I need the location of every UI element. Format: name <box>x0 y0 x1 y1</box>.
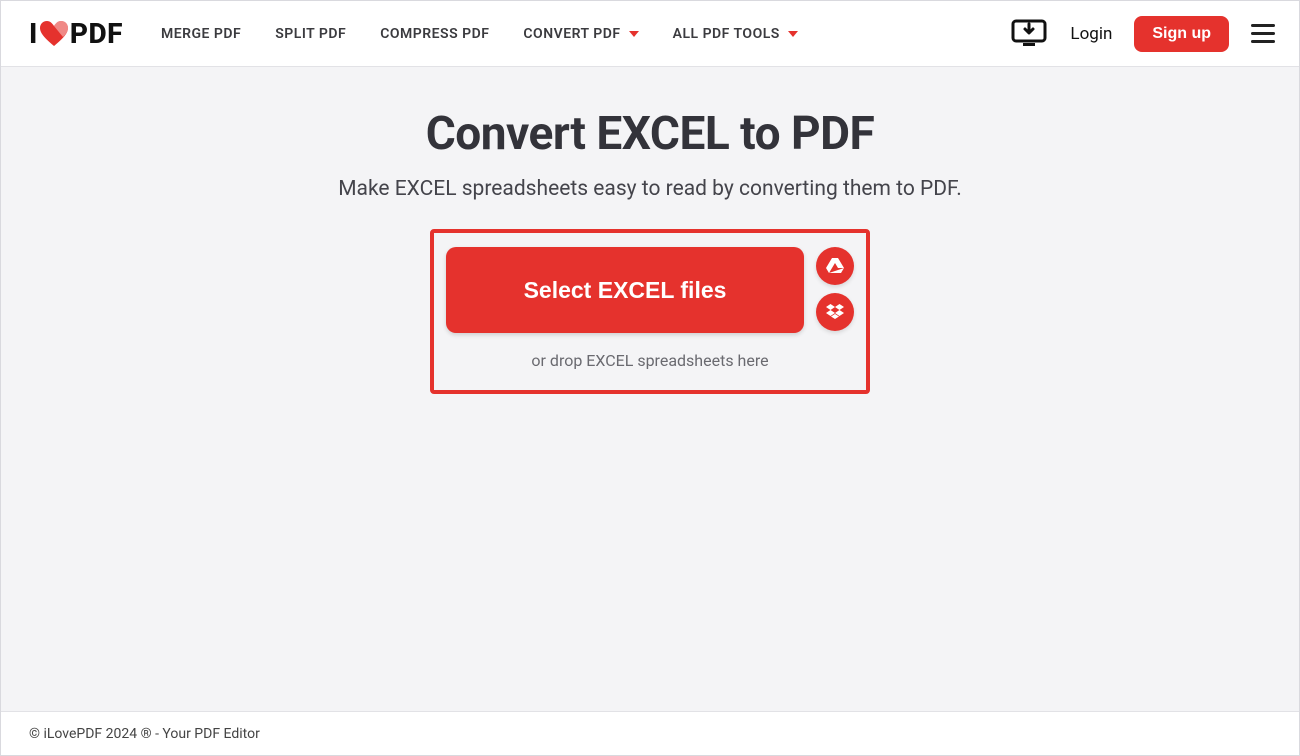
header-right: Login Sign up <box>1010 16 1275 52</box>
nav-all-tools[interactable]: ALL PDF TOOLS <box>673 26 798 42</box>
logo-prefix: I <box>29 17 38 50</box>
google-drive-icon <box>826 258 844 274</box>
upload-area[interactable]: Select EXCEL files or drop EXCEL spreads… <box>430 229 870 394</box>
dropbox-icon <box>826 304 844 320</box>
signup-button[interactable]: Sign up <box>1134 16 1229 52</box>
drop-hint: or drop EXCEL spreadsheets here <box>446 351 854 370</box>
footer: © iLovePDF 2024 ® - Your PDF Editor <box>1 711 1299 755</box>
page-subtitle: Make EXCEL spreadsheets easy to read by … <box>1 177 1299 201</box>
caret-down-icon <box>788 31 798 37</box>
nav-split[interactable]: SPLIT PDF <box>275 26 346 42</box>
hamburger-menu[interactable] <box>1251 20 1275 47</box>
dropbox-button[interactable] <box>816 293 854 331</box>
page-title: Convert EXCEL to PDF <box>1 107 1299 161</box>
download-app-button[interactable] <box>1010 18 1048 50</box>
header: I PDF MERGE PDF SPLIT PDF COMPRESS PDF C… <box>1 1 1299 67</box>
nav-convert[interactable]: CONVERT PDF <box>523 26 638 42</box>
footer-text: © iLovePDF 2024 ® - Your PDF Editor <box>29 726 260 742</box>
google-drive-button[interactable] <box>816 247 854 285</box>
select-files-button[interactable]: Select EXCEL files <box>446 247 804 333</box>
caret-down-icon <box>629 31 639 37</box>
logo[interactable]: I PDF <box>29 17 123 50</box>
nav: MERGE PDF SPLIT PDF COMPRESS PDF CONVERT… <box>161 26 798 42</box>
main: Convert EXCEL to PDF Make EXCEL spreadsh… <box>1 67 1299 394</box>
logo-suffix: PDF <box>70 17 123 50</box>
nav-merge[interactable]: MERGE PDF <box>161 26 241 42</box>
nav-compress[interactable]: COMPRESS PDF <box>380 26 489 42</box>
heart-icon <box>39 21 69 47</box>
login-link[interactable]: Login <box>1070 24 1112 44</box>
download-desktop-icon <box>1011 19 1047 49</box>
